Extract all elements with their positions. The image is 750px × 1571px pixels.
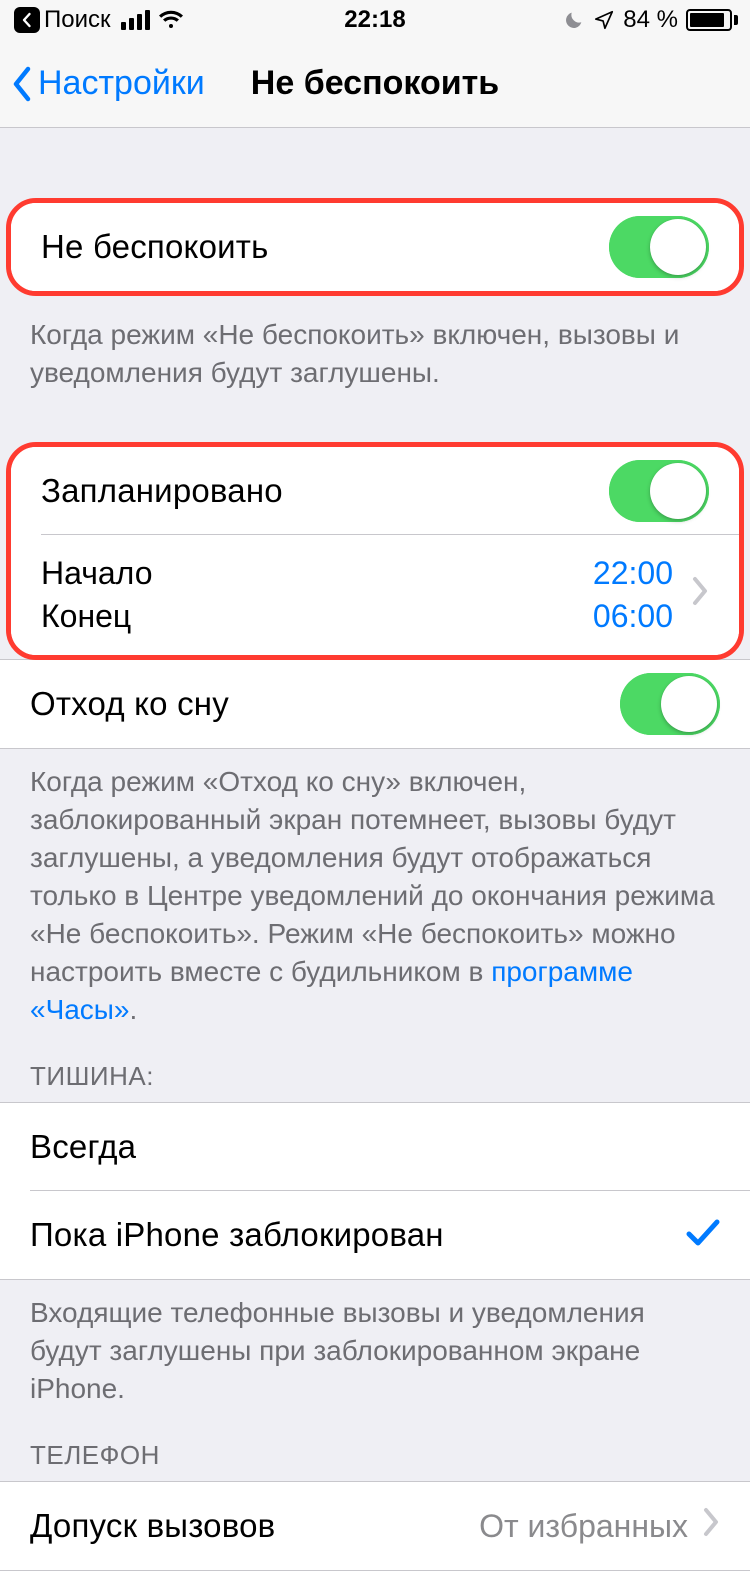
row-value: От избранных: [479, 1508, 688, 1545]
checkmark-icon: [686, 1213, 720, 1258]
chevron-right-icon: [691, 576, 709, 614]
wifi-icon: [158, 10, 184, 30]
toggle-scheduled[interactable]: [609, 460, 709, 522]
highlight-schedule: Запланировано Начало Конец 22:00 06:00: [6, 442, 744, 660]
section-header-silence: ТИШИНА:: [0, 1029, 750, 1102]
row-scheduled[interactable]: Запланировано: [11, 447, 739, 535]
schedule-to-label: Конец: [41, 598, 153, 635]
footer-dnd: Когда режим «Не беспокоить» включен, выз…: [0, 302, 750, 392]
row-allow-calls[interactable]: Допуск вызовов От избранных: [0, 1482, 750, 1570]
schedule-from-label: Начало: [41, 555, 153, 592]
moon-icon: [563, 9, 585, 31]
chevron-left-icon: [10, 65, 34, 103]
row-silence-locked[interactable]: Пока iPhone заблокирован: [0, 1191, 750, 1279]
schedule-to-value: 06:00: [593, 598, 673, 635]
footer-bedtime: Когда режим «Отход ко сну» включен, забл…: [0, 749, 750, 1029]
breadcrumb-back-to-app[interactable]: Поиск: [12, 6, 113, 34]
section-header-phone: ТЕЛЕФОН: [0, 1408, 750, 1481]
row-label: Запланировано: [41, 472, 283, 510]
status-bar: Поиск 22:18 84 %: [0, 0, 750, 40]
highlight-dnd: Не беспокоить: [6, 198, 744, 296]
nav-back-label: Настройки: [38, 64, 205, 103]
battery-icon: [686, 9, 738, 31]
row-dnd[interactable]: Не беспокоить: [11, 203, 739, 291]
row-bedtime[interactable]: Отход ко сну: [0, 660, 750, 748]
chevron-right-icon: [702, 1507, 720, 1545]
toggle-dnd[interactable]: [609, 216, 709, 278]
cellular-signal-icon: [121, 10, 150, 30]
nav-bar: Настройки Не беспокоить: [0, 40, 750, 128]
row-schedule-times[interactable]: Начало Конец 22:00 06:00: [11, 535, 739, 655]
breadcrumb-app-label: Поиск: [44, 6, 111, 34]
schedule-from-value: 22:00: [593, 555, 673, 592]
row-silence-always[interactable]: Всегда: [0, 1103, 750, 1191]
chevron-left-icon: [14, 7, 40, 33]
toggle-bedtime[interactable]: [620, 673, 720, 735]
row-label: Пока iPhone заблокирован: [30, 1216, 444, 1254]
location-icon: [593, 9, 615, 31]
row-label: Отход ко сну: [30, 685, 229, 723]
battery-percent: 84 %: [623, 6, 678, 34]
footer-silence: Входящие телефонные вызовы и уведомления…: [0, 1280, 750, 1408]
row-label: Всегда: [30, 1128, 136, 1166]
row-label: Допуск вызовов: [30, 1507, 275, 1545]
nav-back-button[interactable]: Настройки: [0, 64, 205, 103]
row-label: Не беспокоить: [41, 228, 268, 266]
